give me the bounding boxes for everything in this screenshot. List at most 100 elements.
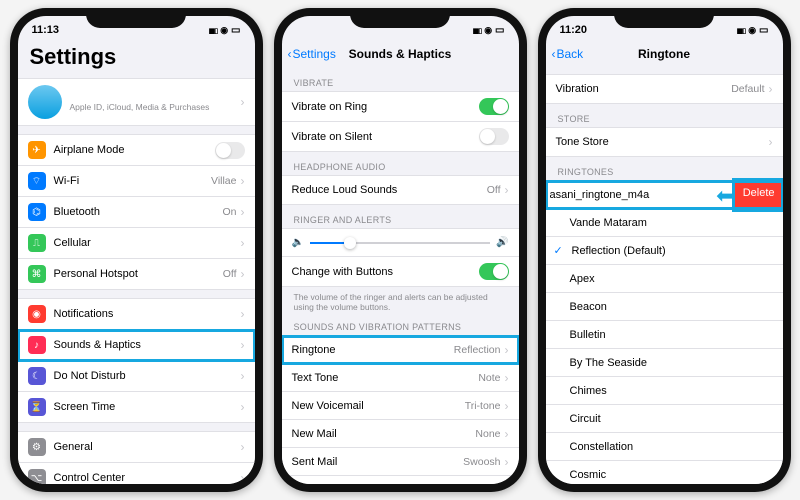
chevron-right-icon: › <box>241 205 245 219</box>
wifi-icon: ⌔ <box>28 172 46 190</box>
notifications-row[interactable]: ◉ Notifications › <box>18 299 255 330</box>
vibrate-silent-toggle[interactable] <box>479 128 509 145</box>
reduce-loud-row[interactable]: Reduce Loud Sounds Off › <box>282 176 519 204</box>
cellular-icon: ⎍ <box>28 234 46 252</box>
control-center-row[interactable]: ⌥ Control Center › <box>18 463 255 484</box>
phone-settings-root: 11:13 Settings Apple ID, iCloud, Media &… <box>10 8 263 492</box>
speaker-icon: ♪ <box>28 336 46 354</box>
battery-icon <box>231 25 240 36</box>
dnd-row[interactable]: ☾ Do Not Disturb › <box>18 361 255 392</box>
phone-sounds-haptics: ‹ Settings Sounds & Haptics VIBRATE Vibr… <box>274 8 527 492</box>
ringtone-option[interactable]: Constellation <box>546 433 783 461</box>
speaker-high-icon: 🔊 <box>496 237 508 248</box>
vibrate-ring-row[interactable]: Vibrate on Ring <box>282 92 519 122</box>
tone-store-row[interactable]: Tone Store › <box>546 128 783 156</box>
hourglass-icon: ⏳ <box>28 398 46 416</box>
ringtone-option[interactable]: Apex <box>546 265 783 293</box>
ringtone-option[interactable]: Vande Mataram <box>546 209 783 237</box>
ringtone-label: Circuit <box>570 413 773 425</box>
notch <box>86 8 186 28</box>
speaker-low-icon: 🔈 <box>292 237 304 248</box>
chevron-right-icon: › <box>241 440 245 454</box>
airplane-mode-row[interactable]: ✈ Airplane Mode <box>18 135 255 166</box>
chevron-right-icon: › <box>241 369 245 383</box>
chevron-right-icon: › <box>241 95 245 109</box>
ringtone-label: Apex <box>570 273 773 285</box>
notifications-icon: ◉ <box>28 305 46 323</box>
sounds-haptics-row[interactable]: ♪ Sounds & Haptics › <box>18 330 255 361</box>
ringtone-label: By The Seaside <box>570 357 773 369</box>
chevron-right-icon: › <box>241 267 245 281</box>
chevron-left-icon: ‹ <box>552 47 556 61</box>
ringer-footnote: The volume of the ringer and alerts can … <box>282 289 519 312</box>
voicemail-row[interactable]: New Voicemail Tri-tone › <box>282 392 519 420</box>
gear-icon: ⚙ <box>28 438 46 456</box>
hotspot-row[interactable]: ⌘ Personal Hotspot Off › <box>18 259 255 289</box>
ringtone-option[interactable]: Beacon <box>546 293 783 321</box>
chevron-right-icon: › <box>505 455 509 469</box>
clock: 11:13 <box>32 24 60 36</box>
nav-bar: ‹ Settings Sounds & Haptics <box>282 40 519 68</box>
change-buttons-row[interactable]: Change with Buttons <box>282 257 519 286</box>
wifi-row[interactable]: ⌔ Wi-Fi Villae › <box>18 166 255 197</box>
ringtone-option[interactable]: By The Seaside <box>546 349 783 377</box>
ringtone-label: Vande Mataram <box>570 217 773 229</box>
chevron-right-icon: › <box>769 135 773 149</box>
chevron-right-icon: › <box>241 471 245 484</box>
ringtone-option[interactable]: Bulletin <box>546 321 783 349</box>
ringtone-label: Cosmic <box>570 469 773 481</box>
vibrate-silent-row[interactable]: Vibrate on Silent <box>282 122 519 151</box>
status-icons <box>737 25 769 36</box>
change-buttons-toggle[interactable] <box>479 263 509 280</box>
new-mail-row[interactable]: New Mail None › <box>282 420 519 448</box>
checkmark-icon: ✓ <box>554 244 568 257</box>
ringtone-label: Chimes <box>570 385 773 397</box>
vibration-row[interactable]: Vibration Default › <box>546 75 783 103</box>
battery-icon <box>495 25 504 36</box>
section-patterns: SOUNDS AND VIBRATION PATTERNS <box>282 312 519 335</box>
back-button[interactable]: ‹ Settings <box>288 47 336 61</box>
ringtone-row[interactable]: Ringtone Reflection › <box>282 336 519 364</box>
text-tone-row[interactable]: Text Tone Note › <box>282 364 519 392</box>
back-button[interactable]: ‹ Back <box>552 47 584 61</box>
sent-mail-row[interactable]: Sent Mail Swoosh › <box>282 448 519 476</box>
delete-button[interactable]: Delete <box>735 181 783 209</box>
screen-3: 11:20 ‹ Back Ringtone Vibration Default … <box>546 16 783 484</box>
page-title: Settings <box>18 40 255 78</box>
status-icons <box>209 25 241 36</box>
sounds-list[interactable]: VIBRATE Vibrate on Ring Vibrate on Silen… <box>282 68 519 484</box>
chevron-right-icon: › <box>505 427 509 441</box>
general-row[interactable]: ⚙ General › <box>18 432 255 463</box>
volume-slider[interactable] <box>310 242 490 244</box>
chevron-right-icon: › <box>241 338 245 352</box>
airplane-toggle[interactable] <box>215 142 245 159</box>
ringtone-option[interactable]: Cosmic <box>546 461 783 484</box>
ringtone-option[interactable]: Circuit <box>546 405 783 433</box>
battery-icon <box>759 25 768 36</box>
section-ringer: RINGER AND ALERTS <box>282 205 519 228</box>
wifi-icon <box>484 25 492 36</box>
clock: 11:20 <box>560 24 588 36</box>
status-icons <box>473 25 505 36</box>
switches-icon: ⌥ <box>28 469 46 484</box>
ringtone-list[interactable]: Vibration Default › STORE Tone Store › R… <box>546 68 783 484</box>
screen-time-row[interactable]: ⏳ Screen Time › <box>18 392 255 422</box>
chevron-right-icon: › <box>241 174 245 188</box>
vibrate-ring-toggle[interactable] <box>479 98 509 115</box>
arrow-left-icon: ⬅ <box>716 183 734 209</box>
apple-id-row[interactable]: Apple ID, iCloud, Media & Purchases › <box>18 79 255 125</box>
calendar-alerts-row[interactable]: Calendar Alerts <box>282 476 519 484</box>
cellular-row[interactable]: ⎍ Cellular › <box>18 228 255 259</box>
custom-ringtone-swipe-row[interactable]: asani_ringtone_m4a ⬅ Delete <box>546 181 783 209</box>
nav-title: Sounds & Haptics <box>349 47 452 61</box>
notch <box>350 8 450 28</box>
wifi-icon <box>748 25 756 36</box>
cell-signal-icon <box>473 25 482 36</box>
ringtone-option[interactable]: Chimes <box>546 377 783 405</box>
settings-list[interactable]: Apple ID, iCloud, Media & Purchases › ✈ … <box>18 78 255 484</box>
chevron-left-icon: ‹ <box>288 47 292 61</box>
bluetooth-row[interactable]: ⌬ Bluetooth On › <box>18 197 255 228</box>
volume-slider-row[interactable]: 🔈 🔊 <box>282 229 519 257</box>
ringtone-option[interactable]: ✓Reflection (Default) <box>546 237 783 265</box>
cell-signal-icon <box>209 25 218 36</box>
